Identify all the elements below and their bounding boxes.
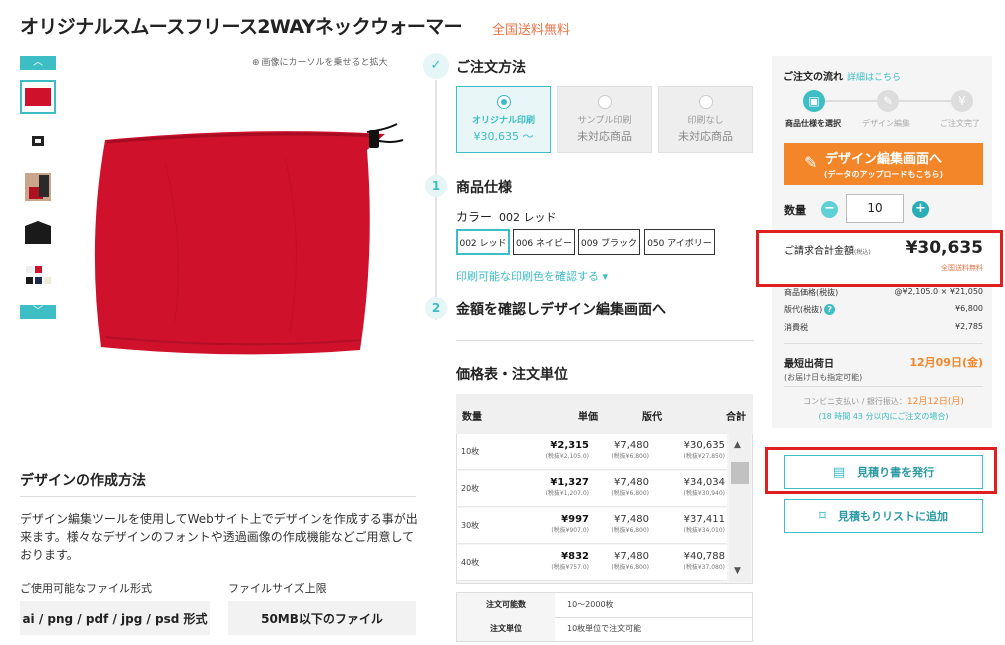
option-no-print[interactable]: 印刷なし 未対応商品 <box>658 86 753 153</box>
thumbnail-4[interactable] <box>20 215 56 249</box>
product-title: オリジナルスムースフリース2WAYネックウォーマー <box>20 16 463 38</box>
issue-quote-button[interactable]: ▤ 見積り書を発行 <box>784 455 983 489</box>
convenience-payment: コンビニ支払い / 銀行振込：12月12日(月) <box>803 397 964 407</box>
scrollbar-thumb[interactable] <box>731 462 749 484</box>
flow-step-2-label: デザイン編集 <box>862 119 910 128</box>
ship-date: 12月09日(金) <box>909 356 983 369</box>
table-row: 注文可能数 10〜2000枚 <box>457 593 752 618</box>
confirm-title: 金額を確認しデザイン編集画面へ <box>456 302 666 318</box>
breakdown-item: 版代(税抜)? ¥6,800 <box>784 304 983 315</box>
flow-connector <box>899 100 951 102</box>
divider <box>784 386 983 387</box>
total-amount: ¥30,635 <box>905 238 983 258</box>
yen-icon: ¥ <box>951 90 973 112</box>
steps-connector <box>435 80 437 320</box>
price-table-title: 価格表・注文単位 <box>456 367 568 383</box>
zoom-hint: ⊕ 画像にカーソルを乗せると拡大 <box>252 58 388 68</box>
price-table-scrollbar[interactable] <box>729 434 751 582</box>
quantity-decrement-button[interactable]: − <box>821 201 838 218</box>
thumb-prev-button[interactable]: ︿ <box>20 56 56 70</box>
scroll-down-icon[interactable]: ▼ <box>734 566 741 576</box>
table-row: 30枚 ¥997 (税抜¥907.0) ¥7,480 (税抜¥6,800) ¥37,… <box>457 508 727 544</box>
free-shipping-badge: 全国送料無料 <box>492 23 571 38</box>
order-deadline: (18 時間 43 分以内にご注文の場合) <box>818 412 949 421</box>
divider <box>784 343 983 344</box>
radio-unselected <box>597 95 612 109</box>
spec-title: 商品仕様 <box>456 180 512 196</box>
add-quote-list-button[interactable]: ⌑ 見積もりリストに追加 <box>784 499 983 533</box>
bookmark-icon: ⌑ <box>818 508 826 524</box>
design-method-description: デザイン編集ツールを使用してWebサイト上でデザインを作成する事が出来ます。様々… <box>20 512 418 562</box>
breakdown-item: 商品価格(税抜) @¥2,105.0 × ¥21,050 <box>784 287 983 297</box>
price-table-header: 数量 単価 版代 合計 <box>456 394 753 434</box>
divider <box>456 340 754 341</box>
flow-detail-link[interactable]: 詳細はこちら <box>847 73 901 83</box>
option-original-print[interactable]: オリジナル印刷 ¥30,635 〜 <box>456 86 551 153</box>
radio-unselected <box>698 95 713 109</box>
flow-step-3-label: ご注文完了 <box>940 119 980 128</box>
scroll-up-icon[interactable]: ▲ <box>734 440 741 450</box>
color-label: カラー 002 レッド <box>456 210 557 224</box>
chevron-up-icon: ︿ <box>33 57 43 68</box>
flow-step-1-label: 商品仕様を選択 <box>785 119 841 128</box>
color-variants-thumb-icon <box>26 266 51 284</box>
model-thumb-icon <box>25 173 51 201</box>
step-1-badge: 1 <box>425 175 447 197</box>
total-label: ご請求合計金額(税込) <box>784 246 871 257</box>
quantity-increment-button[interactable]: + <box>912 201 929 218</box>
total-free-shipping: 全国送料無料 <box>941 264 983 272</box>
chevron-down-icon: ﹀ <box>33 306 43 317</box>
order-method-title: ご注文方法 <box>456 60 526 76</box>
breakdown-item: 消費税 ¥2,785 <box>784 322 983 332</box>
print-colors-link[interactable]: 印刷可能な印刷色を確認する ▾ <box>456 268 608 284</box>
product-image[interactable] <box>85 122 415 362</box>
table-row: 10枚 ¥2,315 (税抜¥2,105.0) ¥7,480 (税抜¥6,800) … <box>457 434 727 470</box>
swatch-black[interactable]: 009 ブラック <box>578 229 640 255</box>
quantity-input[interactable]: 10 <box>846 194 904 223</box>
swatch-red[interactable]: 002 レッド <box>456 229 510 255</box>
flow-connector <box>825 100 877 102</box>
product-black-label-thumb-icon <box>32 136 44 146</box>
thumbnail-3[interactable] <box>20 170 56 204</box>
formats-label: ご使用可能なファイル形式 <box>20 582 152 595</box>
thumbnail-5[interactable] <box>20 260 56 294</box>
quantity-label: 数量 <box>784 204 806 217</box>
size-label: ファイルサイズ上限 <box>228 582 327 595</box>
swatch-navy[interactable]: 006 ネイビー <box>513 229 575 255</box>
radio-selected <box>496 95 511 109</box>
design-editor-button[interactable]: ✎ デザイン編集画面へ (データのアップロードもこちら) <box>784 143 983 185</box>
gift-icon: ▣ <box>803 90 825 112</box>
option-sample-print[interactable]: サンプル印刷 未対応商品 <box>557 86 652 153</box>
ship-note: (お届け日も指定可能) <box>784 373 863 382</box>
formats-value: ai / png / pdf / jpg / psd 形式 <box>20 601 210 635</box>
size-value: 50MB以下のファイル <box>228 601 416 635</box>
product-red-thumb-icon <box>25 88 51 106</box>
thumb-next-button[interactable]: ﹀ <box>20 305 56 319</box>
product-black-thumb-icon <box>25 221 51 244</box>
zoom-icon: ⊕ <box>252 58 260 68</box>
thumbnail-1[interactable] <box>20 80 56 114</box>
order-info-table: 注文可能数 10〜2000枚 注文単位 10枚単位で注文可能 <box>456 592 753 642</box>
check-icon: ✓ <box>423 53 449 79</box>
ship-label: 最短出荷日 <box>784 359 834 370</box>
pencil-icon: ✎ <box>877 90 899 112</box>
table-row: 注文単位 10枚単位で注文可能 <box>457 617 752 642</box>
swatch-ivory[interactable]: 050 アイボリー <box>644 229 715 255</box>
help-icon[interactable]: ? <box>824 304 836 315</box>
divider <box>20 496 416 497</box>
table-row: 20枚 ¥1,327 (税抜¥1,207.0) ¥7,480 (税抜¥6,800) … <box>457 471 727 507</box>
flow-title: ご注文の流れ 詳細はこちら <box>783 72 902 83</box>
document-icon: ▤ <box>832 464 846 480</box>
design-method-title: デザインの作成方法 <box>20 473 146 489</box>
table-row: 40枚 ¥832 (税抜¥757.0) ¥7,480 (税抜¥6,800) ¥40,… <box>457 545 727 581</box>
edit-icon: ✎ <box>804 153 818 172</box>
thumbnail-2[interactable] <box>20 124 56 158</box>
step-2-badge: 2 <box>425 297 447 319</box>
